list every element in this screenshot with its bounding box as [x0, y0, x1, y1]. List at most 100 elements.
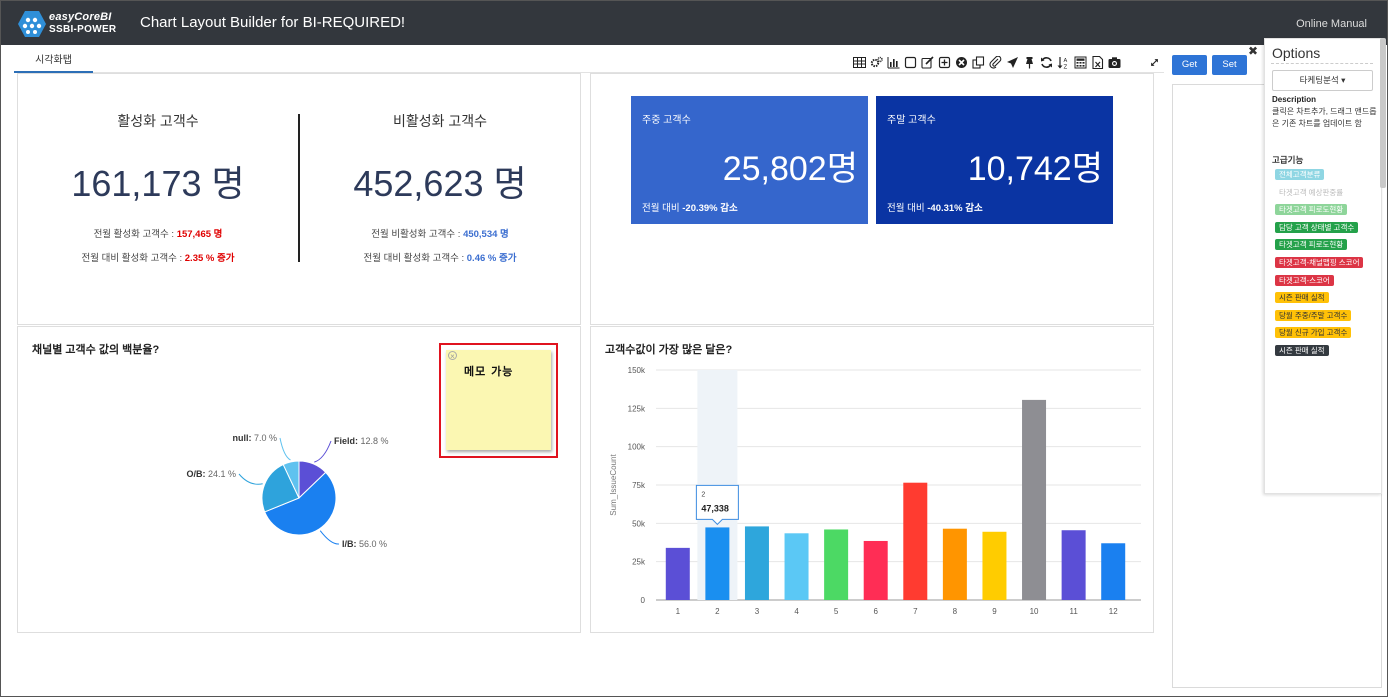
paperclip-icon[interactable] [987, 54, 1003, 70]
refresh-icon[interactable] [1038, 54, 1054, 70]
kpi-line2: 전월 대비 활성화 고객수 : 0.46 % 증가 [300, 250, 580, 264]
bar-chart: 025k50k75k100k125k150kSum_IssueCount1 2 3 4… [609, 366, 1141, 616]
logo-line2: SSBI-POWER [49, 24, 117, 35]
pie-label-connector [319, 530, 340, 545]
bar[interactable] [1061, 530, 1086, 600]
card-value: 10,742명 [967, 150, 1103, 188]
pie-slice-label: O/B: 24.1 % [186, 469, 236, 479]
kpi-line2-value: 0.46 % 증가 [466, 253, 517, 264]
x-tick-label: 2 [715, 607, 720, 616]
description-text: 클릭은 차트추가, 드래그 앤드롭은 기존 차트를 업데이트 함 [1272, 107, 1377, 128]
bar[interactable] [705, 527, 730, 600]
advanced-tag[interactable]: 시즌 판매 실적 [1275, 345, 1329, 356]
square-icon[interactable] [902, 54, 918, 70]
kpi-value: 161,173 명 [71, 163, 245, 204]
x-tick-label: 3 [755, 607, 760, 616]
logo[interactable]: easyCoreBI SSBI-POWER [15, 9, 127, 39]
set-button[interactable]: Set [1212, 55, 1247, 75]
tooltip-value: 47,338 [701, 503, 729, 513]
bar[interactable] [903, 482, 928, 600]
card-footer-label: 전월 대비 [642, 203, 683, 214]
app-title: Chart Layout Builder for BI-REQUIRED! [140, 14, 406, 31]
bar[interactable] [665, 547, 690, 600]
calculator-icon[interactable] [1072, 54, 1088, 70]
bar[interactable] [824, 529, 849, 600]
advanced-tag[interactable]: 당월 주중/주말 고객수 [1275, 309, 1352, 321]
clone-icon[interactable] [970, 54, 986, 70]
pie-label-connector [279, 437, 291, 461]
pin-icon[interactable] [1021, 54, 1037, 70]
kpi-line1-label: 전월 활성화 고객수 : [93, 229, 177, 240]
kpi-line1: 전월 비활성화 고객수 : 450,534 명 [300, 226, 580, 240]
kpi-line2-value: 2.35 % 증가 [184, 253, 235, 264]
weekday-customers-card[interactable]: 주중 고객수 25,802명 전월 대비 -20.39% 감소 [631, 96, 868, 224]
card-footer: 전월 대비 -20.39% 감소 [642, 200, 738, 214]
y-tick-label: 50k [632, 519, 646, 528]
x-tick-label: 7 [913, 607, 918, 616]
advanced-label: 고급기능 [1272, 155, 1304, 165]
gears-icon[interactable] [868, 54, 884, 70]
advanced-tag[interactable]: 타겟고객 예상판중률 [1275, 186, 1348, 198]
x-tick-label: 9 [992, 607, 997, 616]
x-tick-label: 5 [834, 607, 839, 616]
bar[interactable] [784, 533, 809, 600]
kpi-line2-label: 전월 대비 활성화 고객수 : [81, 253, 185, 264]
analysis-type-dropdown[interactable]: 타케팅분석 ▾ [1272, 70, 1373, 91]
top-bar: easyCoreBI SSBI-POWER Chart Layout Build… [1, 1, 1387, 45]
memo-close-icon[interactable]: × [448, 351, 457, 361]
tab-visualization[interactable]: 시각화탭 [14, 53, 93, 73]
bar[interactable] [1022, 399, 1047, 600]
y-tick-label: 125k [628, 404, 646, 413]
weekend-customers-card[interactable]: 주말 고객수 10,742명 전월 대비 -40.31% 감소 [876, 96, 1113, 224]
card-footer-value: -20.39% 감소 [682, 203, 738, 214]
plus-square-icon[interactable] [936, 54, 952, 70]
advanced-tag[interactable]: 시즌 판매 실적 [1275, 292, 1329, 304]
kpi-panel[interactable]: 활성화 고객수 161,173 명 전월 활성화 고객수 : 157,465 명… [17, 73, 581, 325]
description-header: Description [1272, 95, 1317, 104]
expand-icon[interactable] [1146, 54, 1162, 70]
bar[interactable] [942, 528, 967, 600]
kpi-line2-label: 전월 대비 활성화 고객수 : [363, 253, 467, 264]
advanced-tag[interactable]: 타겟고객-스코어 [1275, 274, 1334, 286]
monthly-bar-panel[interactable]: 고객수값이 가장 많은 달은? 0 25k 50k 75k 100k 125k 150k Su… [590, 326, 1154, 633]
card-title: 주말 고객수 [887, 115, 936, 126]
online-manual-link[interactable]: Online Manual [1296, 18, 1367, 30]
x-tick-label: 1 [676, 607, 681, 616]
bar-chart-icon[interactable] [885, 54, 901, 70]
x-tick-label: 4 [794, 607, 799, 616]
caret-down-icon: ▾ [1341, 75, 1346, 85]
y-tick-label: 150k [628, 366, 646, 375]
scrollbar[interactable] [1380, 38, 1386, 188]
send-icon[interactable] [1004, 54, 1020, 70]
x-tick-label: 6 [873, 607, 878, 616]
kpi-line2: 전월 대비 활성화 고객수 : 2.35 % 증가 [18, 250, 298, 264]
options-close-icon[interactable]: ✖ [1248, 44, 1258, 58]
sticky-note[interactable]: × 메모 가능 [446, 350, 551, 450]
bar[interactable] [744, 526, 769, 600]
camera-icon[interactable] [1106, 54, 1122, 70]
bar[interactable] [982, 531, 1007, 600]
advanced-tag[interactable]: 타겟고객 피로도현황 [1275, 239, 1348, 251]
advanced-tag[interactable]: 타겟고객-채널맵핑 스코어 [1275, 257, 1364, 268]
times-circle-icon[interactable] [953, 54, 969, 70]
table-icon[interactable] [851, 54, 867, 70]
bar[interactable] [863, 540, 888, 600]
memo-widget[interactable]: × 메모 가능 [439, 343, 558, 458]
channel-pie-panel[interactable]: 채널별 고객수 값의 백분율? Field: 12.8 % I/B: 56.0 %… [17, 326, 581, 633]
x-tick-label: 8 [953, 607, 958, 616]
sort-icon[interactable]: AZ [1055, 54, 1071, 70]
bar[interactable] [1101, 543, 1126, 600]
excel-icon[interactable] [1089, 54, 1105, 70]
edit-icon[interactable] [919, 54, 935, 70]
y-tick-label: 75k [632, 481, 646, 490]
get-button[interactable]: Get [1172, 55, 1207, 75]
advanced-tag[interactable]: 전체고객분류 [1275, 169, 1325, 180]
weekday-weekend-panel[interactable]: 주중 고객수 25,802명 전월 대비 -20.39% 감소 주말 고객수 1… [590, 73, 1154, 325]
advanced-tag[interactable]: 당월 신규 가입 고객수 [1275, 327, 1352, 339]
advanced-tag[interactable]: 타겟고객 피로도현황 [1275, 204, 1348, 216]
kpi-line1-value: 157,465 명 [176, 229, 223, 240]
x-tick-label: 10 [1030, 607, 1039, 616]
pie-label-connector [314, 440, 332, 463]
logo-hex-icon [18, 11, 46, 37]
advanced-tag[interactable]: 담당 고객 상태별 고객수 [1275, 221, 1359, 233]
